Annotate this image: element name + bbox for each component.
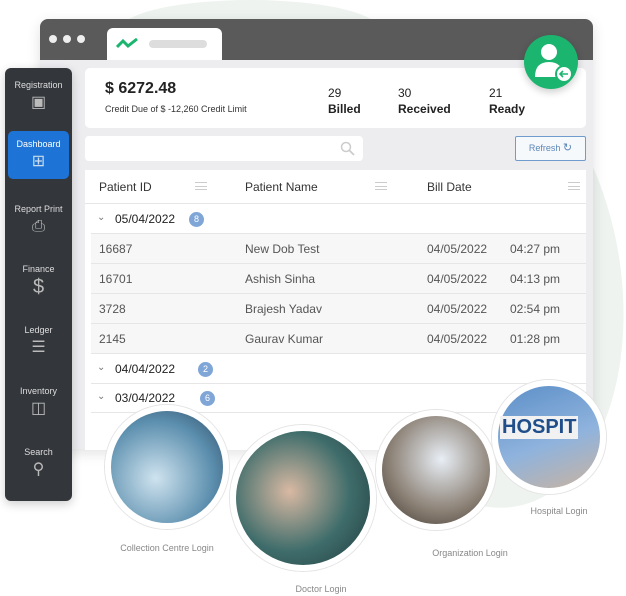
table-row[interactable]: 2145 Gaurav Kumar 04/05/2022 01:28 pm xyxy=(91,324,586,354)
monitor-plus-icon: ▣ xyxy=(30,94,47,111)
group-row[interactable]: ⌄ 05/04/2022 8 xyxy=(91,204,586,234)
group-date: 05/04/2022 xyxy=(115,212,176,226)
summary-card: $ 6272.48 Credit Due of $ -12,260 Credit… xyxy=(85,68,586,128)
hospital-sign: HOSPIT xyxy=(500,416,579,439)
table-row[interactable]: 3728 Brajesh Yadav 04/05/2022 02:54 pm xyxy=(91,294,586,324)
doctor-login-label[interactable]: Doctor Login xyxy=(241,584,401,594)
cell-id: 16701 xyxy=(99,272,133,286)
cell-time: 04:27 pm xyxy=(510,242,561,256)
check-icon xyxy=(116,38,138,49)
column-menu-icon[interactable] xyxy=(568,182,580,190)
stat-value: 21 xyxy=(489,86,503,100)
cell-id: 2145 xyxy=(99,332,126,346)
refresh-icon: ↻ xyxy=(562,142,573,154)
table-row[interactable]: 16687 New Dob Test 04/05/2022 04:27 pm xyxy=(91,234,586,264)
refresh-button[interactable]: Refresh ↻ xyxy=(515,136,586,161)
col-patient-name[interactable]: Patient Name xyxy=(245,180,318,194)
window-dot[interactable] xyxy=(49,35,57,43)
col-patient-id[interactable]: Patient ID xyxy=(99,180,152,194)
hospital-photo[interactable]: HOSPIT xyxy=(492,380,606,494)
stat-ready: 21 Ready xyxy=(489,85,525,117)
list-icon: ☰ xyxy=(31,339,46,356)
dollar-icon: $ xyxy=(32,276,45,298)
stat-billed: 29 Billed xyxy=(328,85,361,117)
cell-date: 04/05/2022 xyxy=(427,242,488,256)
search-icon: ⚲ xyxy=(32,461,45,478)
sidebar-item-label: Dashboard xyxy=(16,139,61,149)
cell-name: New Dob Test xyxy=(245,242,320,256)
group-date: 03/04/2022 xyxy=(115,391,176,405)
organization-photo[interactable] xyxy=(376,410,496,530)
sidebar-item-label: Inventory xyxy=(19,386,58,396)
sidebar-item-inventory[interactable]: Inventory ◫ xyxy=(8,386,69,434)
sidebar-item-registration[interactable]: Registration ▣ xyxy=(8,80,69,128)
sidebar-item-report-print[interactable]: Report Print ⎙ xyxy=(8,204,69,252)
hospital-login-label[interactable]: Hospital Login xyxy=(479,506,626,516)
sidebar-item-label: Report Print xyxy=(14,204,63,214)
collection-centre-photo[interactable] xyxy=(105,405,229,529)
cell-name: Ashish Sinha xyxy=(245,272,316,286)
sidebar: Registration ▣ Dashboard ⊞ Report Print ⎙ F… xyxy=(5,68,72,501)
window-dot[interactable] xyxy=(63,35,71,43)
tab-title-placeholder xyxy=(149,40,207,48)
organization-login-label[interactable]: Organization Login xyxy=(390,548,550,558)
doctor-photo[interactable] xyxy=(230,425,376,571)
cell-date: 04/05/2022 xyxy=(427,272,488,286)
browser-tab[interactable] xyxy=(107,28,222,60)
stat-label: Ready xyxy=(489,102,526,116)
group-count-badge: 8 xyxy=(189,212,204,227)
printer-icon: ⎙ xyxy=(32,218,45,235)
grid-icon: ⊞ xyxy=(31,153,46,170)
group-count-badge: 6 xyxy=(200,391,215,406)
refresh-label: Refresh xyxy=(528,143,561,153)
table-row[interactable]: 16701 Ashish Sinha 04/05/2022 04:13 pm xyxy=(91,264,586,294)
cell-id: 16687 xyxy=(99,242,133,256)
sidebar-item-finance[interactable]: Finance $ xyxy=(8,264,69,312)
sidebar-item-ledger[interactable]: Ledger ☰ xyxy=(8,325,69,373)
cell-time: 04:13 pm xyxy=(510,272,561,286)
chevron-down-icon[interactable]: ⌄ xyxy=(97,212,105,223)
chevron-down-icon[interactable]: ⌄ xyxy=(97,362,105,373)
cell-name: Gaurav Kumar xyxy=(245,332,324,346)
search-input[interactable] xyxy=(85,136,363,161)
cell-time: 02:54 pm xyxy=(510,302,561,316)
cell-id: 3728 xyxy=(99,302,126,316)
cell-time: 01:28 pm xyxy=(510,332,561,346)
window-dot[interactable] xyxy=(77,35,85,43)
sidebar-item-label: Finance xyxy=(22,264,55,274)
sidebar-item-label: Registration xyxy=(14,80,63,90)
sidebar-item-label: Ledger xyxy=(24,325,53,335)
group-count-badge: 2 xyxy=(198,362,213,377)
cell-date: 04/05/2022 xyxy=(427,302,488,316)
cell-date: 04/05/2022 xyxy=(427,332,488,346)
credit-limit-text: Credit Due of $ -12,260 Credit Limit xyxy=(105,104,247,114)
column-menu-icon[interactable] xyxy=(375,182,387,190)
col-bill-date[interactable]: Bill Date xyxy=(427,180,472,194)
sidebar-item-dashboard[interactable]: Dashboard ⊞ xyxy=(8,131,69,179)
chevron-down-icon[interactable]: ⌄ xyxy=(97,391,105,402)
stat-label: Billed xyxy=(328,102,361,116)
user-login-icon[interactable] xyxy=(524,35,578,89)
stat-received: 30 Received xyxy=(398,85,451,117)
group-date: 04/04/2022 xyxy=(115,362,176,376)
cell-name: Brajesh Yadav xyxy=(245,302,322,316)
column-menu-icon[interactable] xyxy=(195,182,207,190)
box-icon: ◫ xyxy=(30,400,47,417)
user-icon xyxy=(535,44,573,83)
group-row[interactable]: ⌄ 04/04/2022 2 xyxy=(91,354,586,384)
stat-label: Received xyxy=(398,102,451,116)
stat-value: 29 xyxy=(328,86,342,100)
sidebar-item-search[interactable]: Search ⚲ xyxy=(8,447,69,495)
stat-value: 30 xyxy=(398,86,412,100)
credit-amount: $ 6272.48 xyxy=(105,80,177,97)
collection-centre-login-label[interactable]: Collection Centre Login xyxy=(87,543,247,553)
title-bar xyxy=(40,19,593,60)
sidebar-item-label: Search xyxy=(24,447,53,457)
search-icon[interactable] xyxy=(340,141,355,156)
